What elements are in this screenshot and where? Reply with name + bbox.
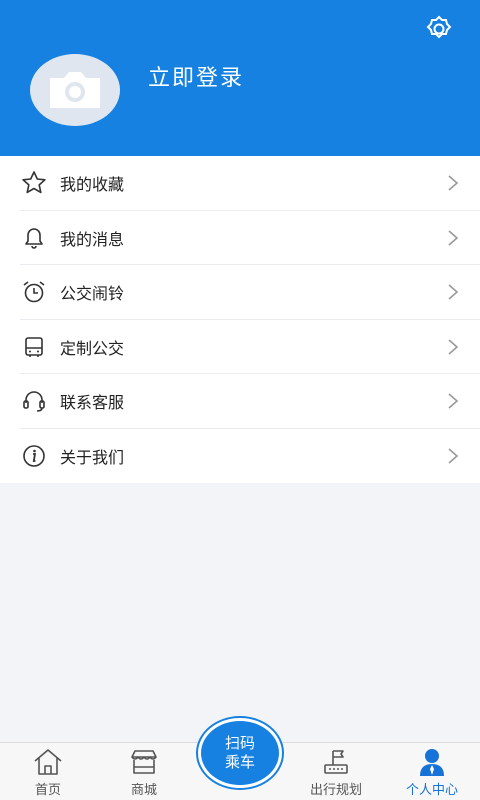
profile-menu: 我的收藏 我的消息 公交闹铃 定制公交 联系客服 关于我们	[0, 156, 480, 483]
menu-item-label: 定制公交	[60, 338, 125, 358]
chevron-right-icon	[448, 339, 459, 355]
menu-item-custom-bus[interactable]: 定制公交	[0, 320, 480, 375]
shop-icon	[96, 745, 192, 779]
chevron-right-icon	[448, 230, 459, 246]
person-icon	[384, 745, 480, 779]
menu-item-about-us[interactable]: 关于我们	[0, 429, 480, 484]
chevron-right-icon	[448, 393, 459, 409]
tab-trip-planning-label: 出行规划	[309, 783, 362, 798]
chevron-right-icon	[448, 175, 459, 191]
alarm-clock-icon	[20, 278, 48, 306]
headset-icon	[20, 387, 48, 415]
scan-button-line2: 乘车	[224, 753, 255, 771]
menu-item-contact-service[interactable]: 联系客服	[0, 374, 480, 429]
tab-home[interactable]: 首页	[0, 745, 96, 798]
tab-profile-label: 个人中心	[405, 783, 458, 798]
tab-mall[interactable]: 商城	[96, 745, 192, 798]
tab-home-label: 首页	[34, 783, 61, 798]
gear-icon	[426, 15, 452, 39]
bus-icon	[20, 333, 48, 361]
menu-item-label: 公交闹铃	[60, 284, 125, 304]
menu-item-messages[interactable]: 我的消息	[0, 211, 480, 266]
chevron-right-icon	[448, 284, 459, 300]
profile-header: 立即登录	[0, 0, 480, 156]
star-icon	[20, 169, 48, 197]
camera-icon	[50, 72, 100, 108]
menu-item-label: 联系客服	[60, 393, 125, 413]
tab-profile[interactable]: 个人中心	[384, 745, 480, 798]
bell-icon	[20, 224, 48, 252]
scan-to-ride-button[interactable]: 扫码 乘车	[198, 718, 282, 788]
avatar[interactable]	[30, 54, 120, 126]
home-icon	[0, 745, 96, 779]
menu-item-favorites[interactable]: 我的收藏	[0, 156, 480, 211]
settings-button[interactable]	[424, 14, 454, 44]
info-icon	[20, 442, 48, 470]
menu-item-label: 关于我们	[60, 447, 125, 467]
tab-trip-planning[interactable]: 出行规划	[288, 745, 384, 798]
chevron-right-icon	[448, 448, 459, 464]
menu-item-label: 我的消息	[60, 229, 125, 249]
menu-item-bus-alarm[interactable]: 公交闹铃	[0, 265, 480, 320]
route-flag-icon	[288, 745, 384, 779]
menu-item-label: 我的收藏	[60, 175, 125, 195]
scan-button-line1: 扫码	[224, 734, 255, 752]
login-link[interactable]: 立即登录	[148, 60, 244, 92]
tab-mall-label: 商城	[130, 783, 157, 798]
